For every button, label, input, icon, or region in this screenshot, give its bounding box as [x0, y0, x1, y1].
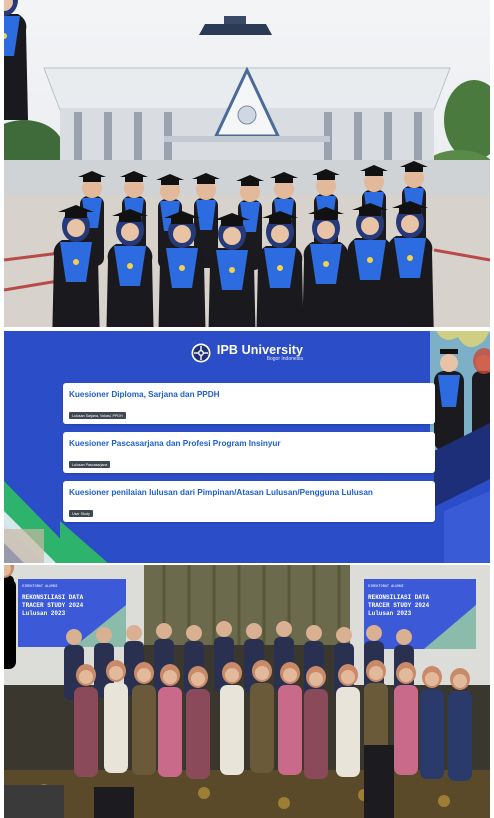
chair-right: [364, 745, 394, 818]
card-badge: User Study: [69, 510, 93, 517]
ipb-seal-logo: [191, 343, 211, 363]
graduation-photo-illustration: [4, 0, 490, 327]
projection-screen-right: DIREKTORAT ALUMNI REKONSILIASI DATA TRAC…: [364, 579, 476, 649]
screen-left-header: DIREKTORAT ALUMNI: [22, 585, 58, 589]
brand: IPB University Bogor Indonesia: [217, 344, 303, 363]
graduation-photo: [4, 0, 490, 327]
screen-right-header: DIREKTORAT ALUMNI: [368, 585, 404, 589]
card-title[interactable]: Kuesioner Pascasarjana dan Profesi Progr…: [69, 438, 429, 449]
tracer-study-portal: IPB University Bogor Indonesia Kuesioner…: [4, 331, 490, 563]
brand-name: IPB University: [216, 342, 304, 357]
questionnaire-card-pengguna-lulusan[interactable]: Kuesioner penilaian lulusan dari Pimpina…: [63, 481, 435, 522]
screen-left-line-3: Lulusan 2023: [22, 610, 66, 617]
screen-right-line-1: REKONSILIASI DATA: [368, 594, 430, 601]
questionnaire-list: Kuesioner Diploma, Sarjana dan PPDH Lulu…: [63, 383, 435, 530]
workshop-group-photo: DIREKTORAT ALUMNI REKONSILIASI DATA TRAC…: [4, 565, 490, 818]
portal-header: IPB University Bogor Indonesia: [4, 343, 490, 363]
questionnaire-card-pascasarjana[interactable]: Kuesioner Pascasarjana dan Profesi Progr…: [63, 432, 435, 473]
screen-right-line-3: Lulusan 2023: [368, 610, 412, 617]
workshop-photo-illustration: DIREKTORAT ALUMNI REKONSILIASI DATA TRAC…: [4, 565, 490, 818]
card-title[interactable]: Kuesioner Diploma, Sarjana dan PPDH: [69, 389, 429, 400]
card-badge: Lulusan Pascasarjana: [69, 461, 111, 468]
screen-left-line-1: REKONSILIASI DATA: [22, 594, 84, 601]
questionnaire-card-diploma-sarjana[interactable]: Kuesioner Diploma, Sarjana dan PPDH Lulu…: [63, 383, 435, 424]
screen-right-line-2: TRACER STUDY 2024: [368, 602, 430, 609]
card-title[interactable]: Kuesioner penilaian lulusan dari Pimpina…: [69, 487, 429, 498]
screen-left-line-2: TRACER STUDY 2024: [22, 602, 84, 609]
card-badge: Lulusan Sarjana, Vokasi, PPDH: [69, 412, 126, 419]
brand-subtitle: Bogor Indonesia: [266, 356, 304, 363]
chair-left: [94, 787, 134, 818]
